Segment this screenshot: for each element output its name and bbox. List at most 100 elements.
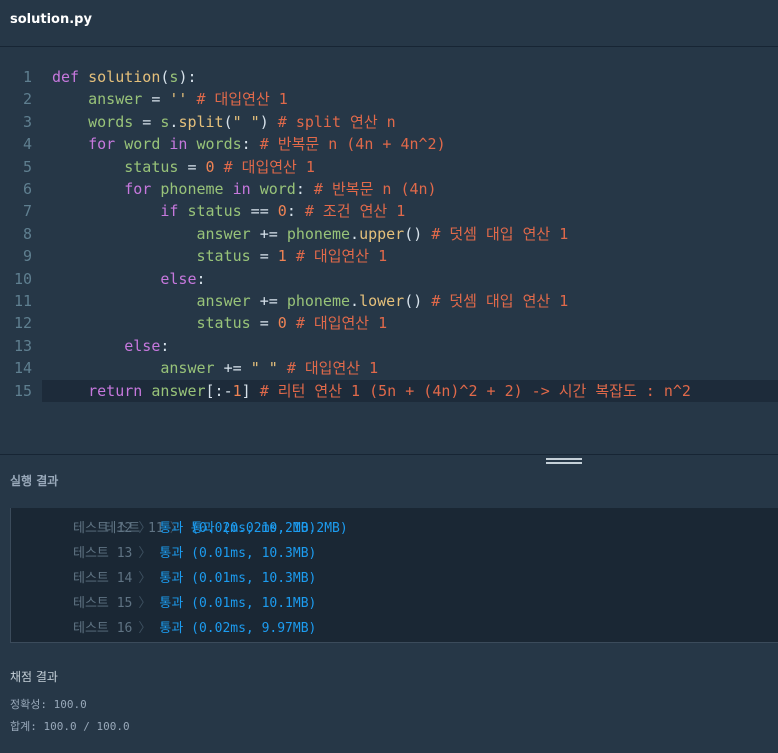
code-token: # 리턴 연산 1 (5n + (4n)^2 + 2) -> 시간 복잡도 : …	[259, 381, 691, 400]
code-token: # 대입연산 1	[295, 314, 388, 333]
code-token: :	[295, 180, 314, 198]
test-row: 테스트 12 〉 통과 (0.02ms, 10.2MB)	[73, 518, 316, 540]
test-label: 테스트 14	[73, 571, 133, 586]
line-number: 13	[13, 336, 32, 355]
line-number: 4	[22, 135, 32, 154]
code-line[interactable]: 1 def solution(s):	[0, 66, 778, 88]
test-row: 테스트 15 〉 통과 (0.01ms, 10.1MB)	[73, 593, 316, 615]
code-line[interactable]: 3 words = s.split(" ") # split 연산 n	[0, 111, 778, 133]
code-text: if status == 0: # 조건 연산 1	[52, 200, 405, 222]
test-result: 통과 (0.01ms, 10.3MB)	[159, 546, 317, 561]
code-token: 1	[232, 381, 242, 400]
code-text: def solution(s):	[52, 66, 197, 88]
code-token: .	[350, 224, 360, 243]
code-token: =	[142, 90, 170, 109]
line-number: 15	[13, 381, 32, 400]
code-token: :	[286, 202, 305, 221]
code-line[interactable]: 13 else:	[0, 335, 778, 357]
code-text: answer += " " # 대입연산 1	[52, 357, 378, 379]
results-header: 실행 결과	[0, 455, 778, 507]
code-text: for phoneme in word: # 반복문 n (4n)	[52, 178, 436, 200]
accuracy-score: 정확성: 100.0	[10, 698, 87, 711]
test-label: 테스트 15	[73, 596, 133, 611]
code-token: words	[88, 112, 134, 131]
code-text: for word in words: # 반복문 n (4n + 4n^2)	[52, 133, 446, 155]
results-list[interactable]: 테스트 11 〉 통과 (0.02ms, 10.2MB) 테스트 12 〉 통과 (0.…	[10, 508, 778, 643]
code-line[interactable]: 8 answer += phoneme.upper() # 덧셈 대입 연산 1	[0, 223, 778, 245]
code-token: answer	[196, 224, 251, 243]
code-token: +=	[250, 224, 287, 243]
code-token: " "	[250, 359, 278, 378]
file-tab-title[interactable]: solution.py	[10, 12, 92, 27]
code-token: word	[124, 135, 161, 154]
code-line[interactable]: 2 answer = '' # 대입연산 1	[0, 88, 778, 110]
code-text: status = 1 # 대입연산 1	[52, 245, 388, 267]
chevron-right-icon: 〉	[138, 621, 152, 636]
code-text: return answer[:-1] # 리턴 연산 1 (5n + (4n)^…	[52, 380, 691, 402]
code-token: +=	[214, 359, 251, 378]
code-line[interactable]: 15 return answer[:-1] # 리턴 연산 1 (5n + (4…	[14, 379, 778, 402]
code-line[interactable]: 14 answer += " " # 대입연산 1	[0, 357, 778, 379]
code-token: return	[88, 381, 143, 400]
code-token: :	[160, 336, 170, 355]
code-token: ]	[241, 381, 260, 400]
test-label: 테스트 12	[73, 521, 133, 536]
code-token: answer	[151, 381, 206, 400]
test-label: 테스트 16	[73, 621, 133, 636]
test-label: 테스트 13	[73, 546, 133, 561]
code-line[interactable]: 10 else:	[0, 268, 778, 290]
test-result: 통과 (0.01ms, 10.3MB)	[159, 571, 317, 586]
code-text: status = 0 # 대입연산 1	[52, 312, 388, 334]
code-token: in	[232, 180, 251, 198]
code-token: # 덧셈 대입 연산 1	[431, 224, 569, 243]
code-token: status	[187, 202, 242, 221]
chevron-right-icon: 〉	[138, 521, 152, 536]
code-line[interactable]: 5 status = 0 # 대입연산 1	[0, 156, 778, 178]
code-token: else	[160, 269, 197, 288]
code-token: status	[196, 314, 251, 333]
code-token: ''	[169, 90, 188, 109]
code-token: +=	[250, 292, 287, 310]
resize-handle-icon[interactable]	[546, 458, 582, 467]
code-line[interactable]: 9 status = 1 # 대입연산 1	[0, 245, 778, 267]
code-editor[interactable]: 1 def solution(s): 2 answer = '' # 대입연산 13…	[0, 47, 778, 454]
code-token: phoneme	[160, 180, 224, 198]
code-line[interactable]: 6 for phoneme in word: # 반복문 n (4n)	[0, 178, 778, 200]
chevron-right-icon: 〉	[138, 596, 152, 611]
code-line[interactable]: 12 status = 0 # 대입연산 1	[0, 312, 778, 334]
code-token: # 조건 연산 1	[304, 202, 406, 221]
test-result: 통과 (0.02ms, 9.97MB)	[159, 621, 317, 636]
code-token: :	[196, 269, 206, 288]
code-token: in	[169, 135, 188, 154]
code-line[interactable]: 7 if status == 0: # 조건 연산 1	[0, 200, 778, 222]
results-title: 실행 결과	[10, 474, 59, 488]
code-line[interactable]: 11 answer += phoneme.lower() # 덧셈 대입 연산 …	[0, 290, 778, 312]
total-score: 합계: 100.0 / 100.0	[10, 720, 130, 733]
code-token: solution	[88, 68, 161, 86]
line-number: 14	[13, 359, 32, 378]
line-number: 3	[22, 112, 32, 131]
code-token: # 대입연산 1	[295, 247, 388, 266]
line-number: 12	[13, 314, 32, 333]
code-line[interactable]: 4 for word in words: # 반복문 n (4n + 4n^2)	[0, 133, 778, 155]
line-number: 2	[22, 90, 32, 109]
code-token: # split 연산 n	[277, 112, 396, 131]
code-token: .	[350, 292, 360, 310]
code-token: )	[259, 112, 278, 131]
code-token: for	[88, 135, 116, 154]
